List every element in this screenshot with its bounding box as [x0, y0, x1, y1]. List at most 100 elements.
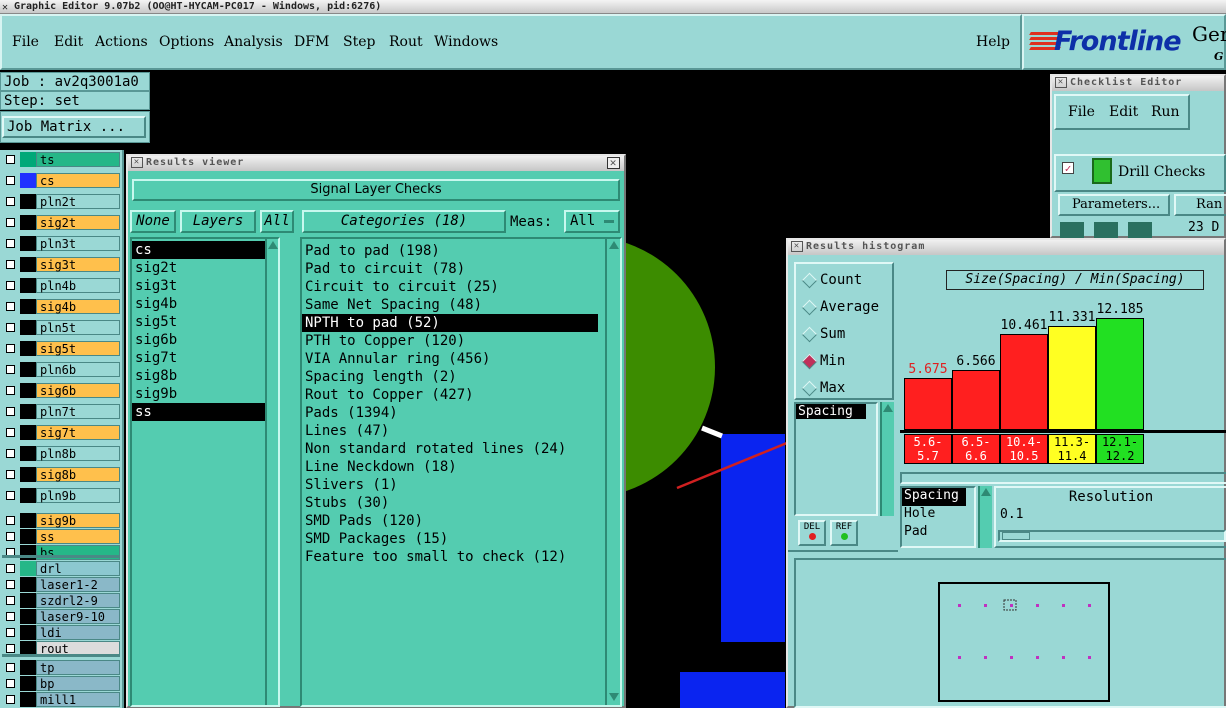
layer-row-pln5t[interactable]: pln5t	[2, 320, 120, 335]
layer-checkbox[interactable]	[6, 344, 15, 353]
layer-color-swatch[interactable]	[20, 513, 36, 528]
layer-list-item[interactable]: cs	[132, 241, 272, 259]
layer-name[interactable]: pln3t	[36, 236, 120, 251]
category-item[interactable]: Feature too small to check (12)	[302, 548, 598, 566]
layer-row-sig4b[interactable]: sig4b	[2, 299, 120, 314]
menu-windows[interactable]: Windows	[434, 34, 498, 50]
layer-checkbox[interactable]	[6, 386, 15, 395]
layer-name[interactable]: pln2t	[36, 194, 120, 209]
layer-color-swatch[interactable]	[20, 593, 36, 608]
menu-options[interactable]: Options	[159, 34, 214, 50]
layer-name[interactable]: pln5t	[36, 320, 120, 335]
menu-file[interactable]: File	[12, 34, 39, 50]
layer-name[interactable]: pln6b	[36, 362, 120, 377]
histogram-bar[interactable]	[1000, 334, 1048, 430]
layer-color-swatch[interactable]	[20, 446, 36, 461]
layer-checkbox[interactable]	[6, 281, 15, 290]
attribute-item-hole[interactable]: Hole	[902, 506, 974, 524]
category-item[interactable]: Pads (1394)	[302, 404, 598, 422]
layer-checkbox[interactable]	[6, 532, 15, 541]
layer-checkbox[interactable]	[6, 449, 15, 458]
layer-color-swatch[interactable]	[20, 362, 36, 377]
scroll-down-icon[interactable]	[609, 693, 619, 701]
attribute-list-scrollbar[interactable]	[978, 486, 992, 548]
layer-color-swatch[interactable]	[20, 194, 36, 209]
menu-edit[interactable]: Edit	[54, 34, 83, 50]
layer-checkbox[interactable]	[6, 628, 15, 637]
category-item[interactable]: SMD Pads (120)	[302, 512, 598, 530]
layer-row-sig6b[interactable]: sig6b	[2, 383, 120, 398]
layer-checkbox[interactable]	[6, 470, 15, 479]
layer-checkbox[interactable]	[6, 580, 15, 589]
ref-button[interactable]: REF	[830, 520, 858, 546]
layer-row-pln8b[interactable]: pln8b	[2, 446, 120, 461]
window-menu-icon[interactable]: ✕	[131, 157, 143, 168]
mode-label-sum[interactable]: Sum	[820, 326, 845, 342]
category-item[interactable]: Line Neckdown (18)	[302, 458, 598, 476]
layer-color-swatch[interactable]	[20, 278, 36, 293]
layer-checkbox[interactable]	[6, 302, 15, 311]
category-item[interactable]: VIA Annular ring (456)	[302, 350, 598, 368]
layer-row-sig9b[interactable]: sig9b	[2, 513, 120, 528]
layer-row-pln4b[interactable]: pln4b	[2, 278, 120, 293]
layer-row-pln2t[interactable]: pln2t	[2, 194, 120, 209]
layer-row-szdrl2-9[interactable]: szdrl2-9	[2, 593, 120, 608]
layer-color-swatch[interactable]	[20, 341, 36, 356]
menu-step[interactable]: Step	[343, 34, 375, 50]
layer-name[interactable]: pln9b	[36, 488, 120, 503]
layer-name[interactable]: pln8b	[36, 446, 120, 461]
layer-checkbox[interactable]	[6, 491, 15, 500]
layer-row-mill1[interactable]: mill1	[2, 692, 120, 707]
layer-color-swatch[interactable]	[20, 236, 36, 251]
checklist-menu-file[interactable]: File	[1068, 104, 1095, 120]
layer-list-item[interactable]: sig5t	[132, 313, 272, 331]
layer-name[interactable]: szdrl2-9	[36, 593, 120, 608]
layer-name[interactable]: sig7t	[36, 425, 120, 440]
layer-color-swatch[interactable]	[20, 609, 36, 624]
layer-checkbox[interactable]	[6, 239, 15, 248]
layer-checkbox[interactable]	[6, 428, 15, 437]
layer-list-item[interactable]: sig2t	[132, 259, 272, 277]
layer-row-sig8b[interactable]: sig8b	[2, 467, 120, 482]
all-button[interactable]: All	[260, 210, 294, 233]
category-item[interactable]: Same Net Spacing (48)	[302, 296, 598, 314]
layer-name[interactable]: drl	[36, 561, 120, 576]
layer-row-laser1-2[interactable]: laser1-2	[2, 577, 120, 592]
mode-label-min[interactable]: Min	[820, 353, 845, 369]
layer-row-sig5t[interactable]: sig5t	[2, 341, 120, 356]
category-item[interactable]: Circuit to circuit (25)	[302, 278, 598, 296]
layer-row-pln6b[interactable]: pln6b	[2, 362, 120, 377]
layer-row-bp[interactable]: bp	[2, 676, 120, 691]
scroll-up-icon[interactable]	[883, 404, 893, 412]
ran-button[interactable]: Ran	[1174, 194, 1226, 216]
layer-row-cs[interactable]: cs	[2, 173, 120, 188]
layer-checkbox[interactable]	[6, 407, 15, 416]
attribute-item-spacing[interactable]: Spacing	[902, 488, 966, 506]
mode-label-average[interactable]: Average	[820, 299, 879, 315]
attribute-item-pad[interactable]: Pad	[902, 524, 974, 542]
layer-list-item[interactable]: ss	[132, 403, 272, 421]
category-item[interactable]: SMD Packages (15)	[302, 530, 598, 548]
layer-name[interactable]: pln4b	[36, 278, 120, 293]
layer-name[interactable]: sig8b	[36, 467, 120, 482]
layer-name[interactable]: sig6b	[36, 383, 120, 398]
category-item[interactable]: Slivers (1)	[302, 476, 598, 494]
mode-label-count[interactable]: Count	[820, 272, 862, 288]
item-list-scrollbar[interactable]	[880, 402, 894, 516]
layer-row-pln7t[interactable]: pln7t	[2, 404, 120, 419]
layer-color-swatch[interactable]	[20, 625, 36, 640]
layer-checkbox[interactable]	[6, 564, 15, 573]
chart-hscroll[interactable]	[900, 472, 1226, 484]
layer-name[interactable]: sig4b	[36, 299, 120, 314]
category-item[interactable]: Lines (47)	[302, 422, 598, 440]
menu-help[interactable]: Help	[976, 34, 1010, 50]
radio-sum[interactable]	[801, 326, 818, 343]
layer-name[interactable]: sig5t	[36, 341, 120, 356]
radio-average[interactable]	[801, 299, 818, 316]
layer-color-swatch[interactable]	[20, 467, 36, 482]
layer-name[interactable]: tp	[36, 660, 120, 675]
layer-row-ss[interactable]: ss	[2, 529, 120, 544]
radio-min[interactable]	[801, 353, 818, 370]
scroll-up-icon[interactable]	[981, 488, 991, 496]
menu-rout[interactable]: Rout	[389, 34, 423, 50]
